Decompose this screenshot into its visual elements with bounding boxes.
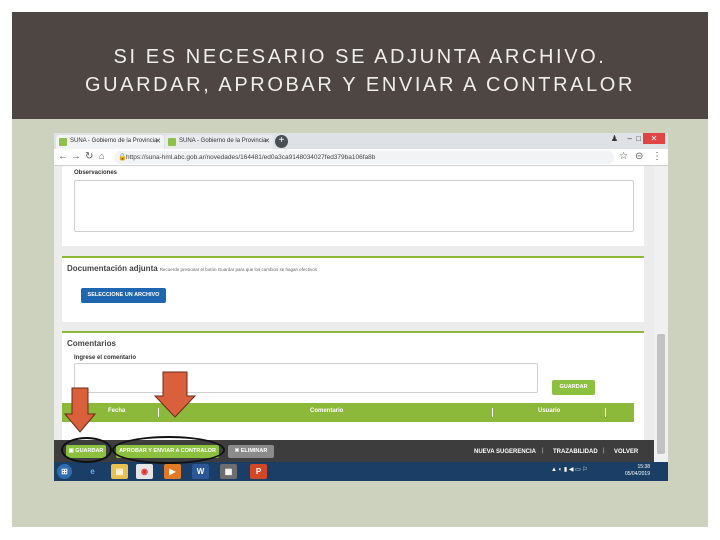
slide-header: SI ES NECESARIO SE ADJUNTA ARCHIVO. GUAR… — [12, 12, 708, 119]
comentarios-title: Comentarios — [67, 339, 116, 348]
address-bar: ← → ↻ ⌂ 🔒 https://suna-hml.abc.gob.ar/no… — [54, 149, 668, 166]
suna-favicon-icon — [168, 138, 176, 146]
minimize-icon[interactable]: – — [628, 134, 632, 143]
page-content: Observaciones Documentación adjunta Recue… — [54, 166, 654, 481]
volver-link[interactable]: VOLVER — [614, 449, 638, 455]
calculator-icon[interactable]: ▦ — [220, 464, 237, 479]
back-icon[interactable]: ← — [58, 151, 68, 162]
windows-taskbar: ⊞ e ▤ ◉ ▶ W ▦ P ▲ ◐ ▮ ◀ ▭ ⚐ 15:38 05/04/… — [54, 462, 668, 481]
link-separator: | — [603, 448, 605, 454]
close-window-icon[interactable]: ✕ — [643, 133, 665, 144]
slide-title-line-2: GUARDAR, APROBAR Y ENVIAR A CONTRALOR — [84, 74, 636, 96]
documentacion-title-text: Documentación adjunta — [67, 264, 158, 273]
column-usuario: Usuario — [538, 408, 561, 414]
page-scrollbar[interactable] — [654, 166, 668, 481]
guardar-highlight-circle — [61, 437, 112, 463]
close-tab-icon[interactable]: ✕ — [155, 137, 161, 145]
clock-date: 05/04/2019 — [624, 471, 650, 477]
trazabilidad-link[interactable]: TRAZABILIDAD — [553, 449, 598, 455]
column-fecha: Fecha — [108, 408, 126, 414]
documentacion-note: Recuerde presionar el botón Guardar para… — [159, 267, 318, 272]
nueva-sugerencia-link[interactable]: NUEVA SUGERENCIA — [474, 449, 536, 455]
browser-tab-2[interactable]: SUNA - Gobierno de la Provincia ✕ — [165, 135, 273, 149]
column-divider — [492, 408, 493, 417]
select-file-button[interactable]: SELECCIONE UN ARCHIVO — [81, 288, 166, 303]
maximize-icon[interactable]: □ — [636, 134, 641, 143]
link-separator: | — [542, 448, 544, 454]
suna-favicon-icon — [59, 138, 67, 146]
observaciones-textarea[interactable] — [74, 180, 634, 232]
close-tab-icon[interactable]: ✕ — [264, 137, 270, 145]
system-tray-icons[interactable]: ▲ ◐ ▮ ◀ ▭ ⚐ — [551, 466, 588, 473]
start-icon[interactable]: ⊞ — [57, 464, 72, 479]
lock-icon: 🔒 — [118, 154, 127, 161]
observaciones-label: Observaciones — [74, 170, 118, 176]
tab-label: SUNA - Gobierno de la Provincia — [179, 138, 267, 144]
word-icon[interactable]: W — [192, 464, 209, 479]
column-comentario: Comentario — [310, 408, 344, 414]
taskbar-clock[interactable]: 15:38 05/04/2019 — [625, 464, 650, 478]
media-player-icon[interactable]: ▶ — [164, 464, 181, 479]
file-explorer-icon[interactable]: ▤ — [111, 464, 128, 479]
browser-tab-bar: SUNA - Gobierno de la Provincia ✕ SUNA -… — [54, 133, 668, 149]
chrome-icon[interactable]: ◉ — [136, 464, 153, 479]
forward-icon[interactable]: → — [71, 151, 81, 162]
observaciones-card: Observaciones — [62, 166, 644, 246]
tab-label: SUNA - Gobierno de la Provincia — [70, 138, 158, 144]
profile-icon[interactable]: ⊝ — [635, 151, 643, 162]
save-comment-button[interactable]: GUARDAR — [552, 380, 595, 395]
documentacion-card: Documentación adjunta Recuerde presionar … — [62, 256, 644, 322]
aprobar-highlight-circle — [112, 436, 225, 464]
eliminar-button[interactable]: ✖ ELIMINAR — [228, 445, 274, 458]
star-icon[interactable]: ☆ — [619, 151, 628, 162]
home-icon[interactable]: ⌂ — [99, 151, 104, 161]
reload-icon[interactable]: ↻ — [85, 151, 93, 162]
comments-table-header: Fecha Comentario Usuario — [62, 403, 634, 422]
menu-icon[interactable]: ⋮ — [652, 151, 662, 162]
eliminar-label: ELIMINAR — [240, 448, 268, 454]
internet-explorer-icon[interactable]: e — [84, 464, 101, 479]
comment-label: Ingrese el comentario — [74, 355, 137, 361]
arrow-down-icon — [154, 371, 196, 418]
url-text: https://suna-hml.abc.gob.ar/novedades/16… — [126, 154, 376, 161]
documentacion-title: Documentación adjunta Recuerde presionar … — [67, 264, 317, 273]
slide-title-line-1: SI ES NECESARIO SE ADJUNTA ARCHIVO. — [113, 46, 607, 68]
column-divider — [605, 408, 606, 417]
new-tab-icon[interactable]: + — [275, 135, 288, 148]
url-field[interactable]: 🔒 https://suna-hml.abc.gob.ar/novedades/… — [114, 151, 614, 164]
arrow-down-icon — [64, 387, 96, 433]
scrollbar-thumb[interactable] — [657, 334, 665, 454]
clock-time: 15:38 — [637, 464, 650, 470]
browser-tab-1[interactable]: SUNA - Gobierno de la Provincia ✕ — [56, 135, 164, 149]
comment-textarea[interactable] — [74, 363, 538, 393]
browser-screenshot: SUNA - Gobierno de la Provincia ✕ SUNA -… — [54, 133, 668, 481]
person-icon[interactable]: ♟ — [611, 134, 618, 143]
powerpoint-icon[interactable]: P — [250, 464, 267, 479]
